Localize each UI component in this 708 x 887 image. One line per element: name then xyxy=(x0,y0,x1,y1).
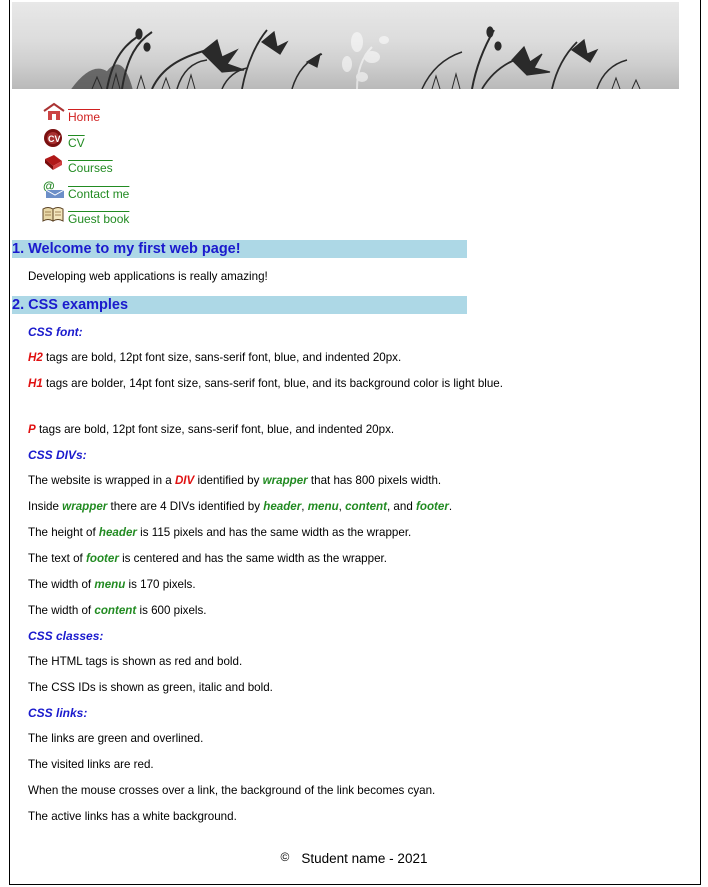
menu-item-home[interactable]: Home xyxy=(42,100,212,126)
html-tag-label: H1 xyxy=(28,377,43,390)
menu-link-cv[interactable]: CV xyxy=(68,136,85,150)
house-icon xyxy=(42,102,66,122)
menu-item-courses[interactable]: Courses xyxy=(42,151,212,177)
divs-paragraph-1: The website is wrapped in a DIV identifi… xyxy=(28,474,442,487)
subheading-css-classes: CSS classes: xyxy=(28,629,104,643)
css-font-h2-paragraph: H2 tags are bold, 12pt font size, sans-s… xyxy=(28,351,402,364)
cv-badge-icon: CV xyxy=(42,128,66,148)
subheading-css-font: CSS font: xyxy=(28,325,83,339)
classes-paragraph-2: The CSS IDs is shown as green, italic an… xyxy=(28,681,273,694)
footer-text: Student name - 2021 xyxy=(301,851,428,866)
css-font-p-paragraph: P tags are bold, 12pt font size, sans-se… xyxy=(28,423,395,436)
heading-css-examples: 2. CSS examples xyxy=(12,296,467,314)
classes-paragraph-1: The HTML tags is shown as red and bold. xyxy=(28,655,243,668)
divs-paragraph-5: The width of menu is 170 pixels. xyxy=(28,578,196,591)
divs-paragraph-4: The text of footer is centered and has t… xyxy=(28,552,387,565)
divs-paragraph-3: The height of header is 115 pixels and h… xyxy=(28,526,412,539)
links-paragraph-1: The links are green and overlined. xyxy=(28,732,204,745)
plant-silhouette-image xyxy=(71,26,641,89)
divs-paragraph-6: The width of content is 600 pixels. xyxy=(28,604,207,617)
book-icon xyxy=(42,153,66,173)
footer: © Student name - 2021 xyxy=(0,850,708,866)
subheading-css-links: CSS links: xyxy=(28,706,88,720)
subheading-css-divs: CSS DIVs: xyxy=(28,448,87,462)
divs-paragraph-2: Inside wrapper there are 4 DIVs identifi… xyxy=(28,500,453,513)
links-paragraph-3: When the mouse crosses over a link, the … xyxy=(28,784,436,797)
menu-item-contact[interactable]: @ Contact me xyxy=(42,177,212,203)
open-book-icon xyxy=(42,204,66,224)
menu-link-courses[interactable]: Courses xyxy=(68,161,113,175)
html-tag-label: P xyxy=(28,423,36,436)
links-paragraph-4: The active links has a white background. xyxy=(28,810,237,823)
menu-link-contact[interactable]: Contact me xyxy=(68,187,129,201)
css-font-h1-paragraph: H1 tags are bolder, 14pt font size, sans… xyxy=(28,377,503,390)
links-paragraph-2: The visited links are red. xyxy=(28,758,154,771)
menu-link-home[interactable]: Home xyxy=(68,110,100,124)
header-banner xyxy=(12,2,679,89)
menu-item-guestbook[interactable]: Guest book xyxy=(42,202,212,228)
main-content: 1. Welcome to my first web page! Develop… xyxy=(12,240,687,824)
copyright-symbol: © xyxy=(280,850,290,864)
svg-text:CV: CV xyxy=(48,134,61,144)
heading-welcome: 1. Welcome to my first web page! xyxy=(12,240,467,258)
menu-link-guestbook[interactable]: Guest book xyxy=(68,212,129,226)
nav-menu: Home CV CV Courses @ Contact me Guest bo… xyxy=(42,100,212,228)
menu-item-cv[interactable]: CV CV xyxy=(42,126,212,152)
welcome-paragraph: Developing web applications is really am… xyxy=(28,270,268,283)
html-tag-label: H2 xyxy=(28,351,43,364)
email-icon: @ xyxy=(42,179,66,199)
